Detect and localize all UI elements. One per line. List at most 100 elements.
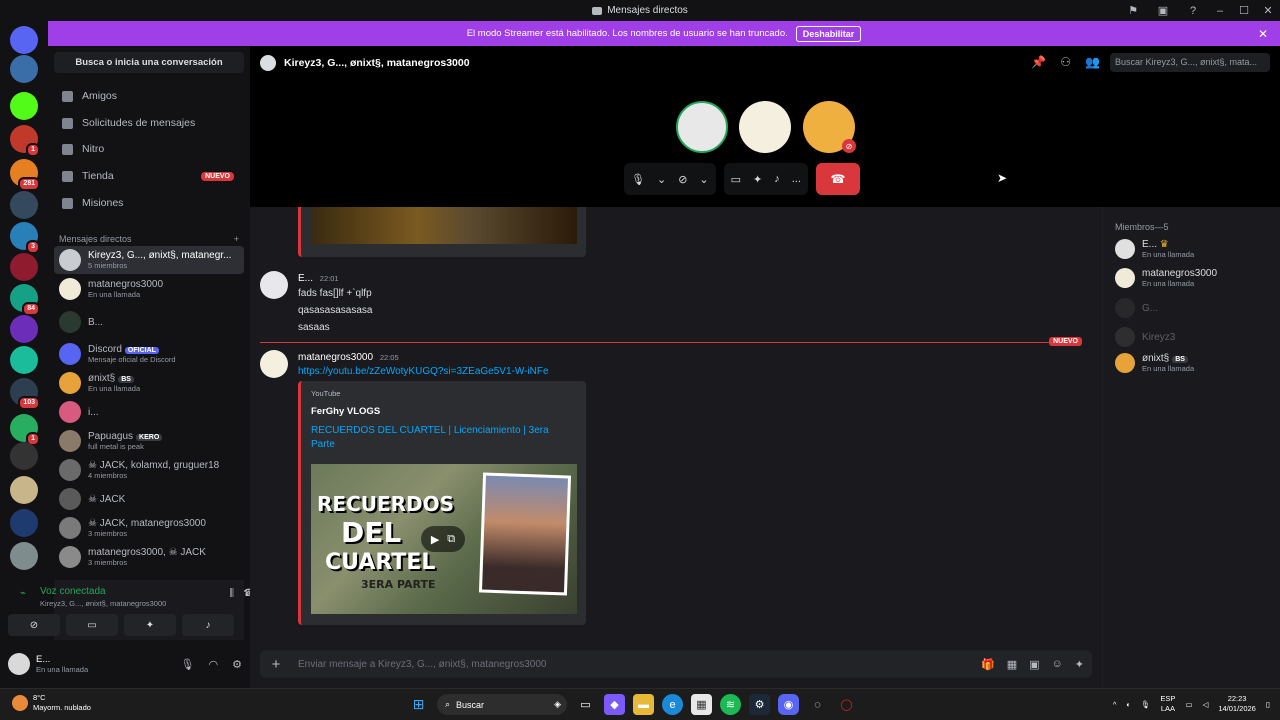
member-item[interactable]: ønixt§ BS En una llamada: [1115, 353, 1194, 373]
member-item[interactable]: matanegros3000 En una llamada: [1115, 268, 1217, 288]
message-input[interactable]: Enviar mensaje a Kireyz3, G..., ønixt§, …: [298, 659, 546, 670]
soundboard-icon[interactable]: ♪: [182, 614, 234, 636]
sticker-icon[interactable]: ▣: [1029, 658, 1039, 671]
youtube-link[interactable]: https://youtu.be/zZeWotyKUGQ?si=3ZEaGe5V…: [298, 366, 549, 377]
screen-share-icon[interactable]: ▭: [731, 173, 741, 186]
server-icon[interactable]: [10, 346, 38, 374]
language-indicator[interactable]: ESP LAA: [1160, 694, 1175, 714]
members-icon[interactable]: 👥: [1085, 55, 1100, 69]
attach-plus-icon[interactable]: +: [262, 656, 290, 673]
discord-taskbar-icon[interactable]: ◉: [778, 694, 799, 715]
message-author[interactable]: E...: [298, 273, 313, 284]
embed-title[interactable]: RECUERDOS DEL CUARTEL | Licenciamiento |…: [311, 424, 571, 452]
pin-icon[interactable]: 📌: [1031, 55, 1046, 69]
dm-item[interactable]: Kireyz3, G..., ønixt§, matanegr... 5 miem…: [54, 246, 244, 274]
spotify-icon[interactable]: ≋: [720, 694, 741, 715]
member-item[interactable]: Kireyz3: [1115, 327, 1175, 347]
server-icon[interactable]: [10, 442, 38, 470]
server-icon[interactable]: [10, 509, 38, 537]
dm-item[interactable]: ☠ JACK, kolamxd, gruguer18 4 miembros: [54, 456, 244, 484]
dm-item[interactable]: matanegros3000, ☠ JACK 3 miembros: [54, 543, 244, 571]
nav-shop[interactable]: Tienda NUEVO: [54, 164, 244, 188]
message-avatar[interactable]: [260, 350, 288, 378]
taskbar-search[interactable]: ⌕ Buscar ◈: [437, 694, 567, 715]
dm-item[interactable]: ☠ JACK, matanegros3000 3 miembros: [54, 514, 244, 542]
server-icon[interactable]: [10, 92, 38, 120]
display-icon[interactable]: ▭: [1185, 700, 1192, 709]
server-icon[interactable]: [10, 55, 38, 83]
play-button[interactable]: ▶ ⧉: [421, 526, 465, 552]
dm-item[interactable]: ønixt§ BS En una llamada: [54, 369, 244, 397]
server-icon[interactable]: [10, 26, 38, 54]
noise-suppression-icon[interactable]: ⫼: [229, 588, 234, 599]
inbox-icon[interactable]: ⚑: [1118, 0, 1148, 21]
hangup-button[interactable]: ☎: [815, 163, 860, 195]
screen-share-icon[interactable]: ▭: [66, 614, 118, 636]
app-icon[interactable]: ◌: [807, 694, 828, 715]
chevron-down-icon[interactable]: ⌄: [657, 173, 666, 186]
headphones-icon[interactable]: ◠: [209, 658, 219, 671]
activities-icon[interactable]: ✦: [124, 614, 176, 636]
previous-embed-image[interactable]: [311, 207, 577, 244]
gif-icon[interactable]: ▦: [1007, 658, 1017, 671]
voice-status[interactable]: Voz conectada: [40, 586, 106, 597]
dm-item[interactable]: ☠ JACK: [54, 485, 244, 513]
mic-icon[interactable]: 🎙: [631, 173, 645, 186]
minimize-button[interactable]: –: [1208, 0, 1232, 21]
file-explorer-icon[interactable]: ▬: [633, 694, 654, 715]
chat-search-input[interactable]: Buscar Kireyz3, G..., ønixt§, mata...: [1110, 53, 1270, 72]
camera-off-icon[interactable]: ⊘: [8, 614, 60, 636]
call-participant-avatar[interactable]: [739, 101, 791, 153]
notifications-icon[interactable]: ▯: [1266, 700, 1270, 709]
maximize-button[interactable]: ☐: [1232, 0, 1256, 21]
opera-icon[interactable]: ◯: [836, 694, 857, 715]
find-conversation-button[interactable]: Busca o inicia una conversación: [54, 52, 244, 73]
close-banner-icon[interactable]: ✕: [1258, 27, 1268, 41]
call-participant-avatar[interactable]: [676, 101, 728, 153]
edge-icon[interactable]: e: [662, 694, 683, 715]
message-avatar[interactable]: [260, 271, 288, 299]
nav-quests[interactable]: Misiones: [54, 191, 244, 215]
camera-off-icon[interactable]: ⊘: [678, 173, 687, 186]
more-icon[interactable]: ...: [792, 173, 801, 185]
tray-chevron-icon[interactable]: ^: [1113, 700, 1117, 709]
member-item[interactable]: G...: [1115, 298, 1158, 318]
activities-icon[interactable]: ✦: [753, 173, 762, 186]
soundboard-icon[interactable]: ♪: [774, 173, 780, 185]
chevron-down-icon[interactable]: ⌄: [699, 173, 708, 186]
add-friends-icon[interactable]: ⚇: [1060, 55, 1071, 69]
member-item[interactable]: E... ♛ En una llamada: [1115, 239, 1194, 259]
server-icon[interactable]: [10, 191, 38, 219]
start-icon[interactable]: ⊞: [408, 694, 429, 715]
message-author[interactable]: matanegros3000: [298, 352, 373, 363]
disable-streamer-button[interactable]: Deshabilitar: [795, 25, 862, 42]
window-icon[interactable]: ▣: [1148, 0, 1178, 21]
network-app-icon[interactable]: ◐: [1126, 700, 1131, 709]
volume-icon[interactable]: ◁: [1203, 700, 1209, 709]
store-icon[interactable]: ▦: [691, 694, 712, 715]
server-icon[interactable]: [10, 253, 38, 281]
mic-tray-icon[interactable]: 🎙: [1141, 700, 1151, 709]
copilot-icon[interactable]: ◆: [604, 694, 625, 715]
dm-item[interactable]: Discord OFICIAL Mensaje oficial de Discord: [54, 340, 244, 368]
nav-nitro[interactable]: Nitro: [54, 137, 244, 161]
server-icon[interactable]: [10, 476, 38, 504]
steam-icon[interactable]: ⚙: [749, 694, 770, 715]
video-thumbnail[interactable]: RECUERDOS DEL CUARTEL 3ERA PARTE ▶ ⧉: [311, 464, 577, 614]
user-avatar[interactable]: [8, 653, 30, 675]
add-dm-button[interactable]: +: [234, 234, 239, 244]
embed-author[interactable]: FerGhy VLOGS: [311, 406, 380, 417]
clock[interactable]: 22:23 14/01/2026: [1218, 694, 1256, 714]
help-icon[interactable]: ?: [1178, 0, 1208, 21]
server-icon[interactable]: [10, 315, 38, 343]
gift-icon[interactable]: 🎁: [981, 658, 995, 671]
server-icon[interactable]: [10, 542, 38, 570]
task-view-icon[interactable]: ▭: [575, 694, 596, 715]
dm-item[interactable]: B...: [54, 308, 244, 336]
mic-icon[interactable]: 🎙: [181, 658, 195, 671]
dm-item[interactable]: i...: [54, 398, 244, 426]
emoji-icon[interactable]: ☺: [1052, 658, 1063, 671]
weather-widget[interactable]: 8°C Mayorm. nublado: [12, 693, 91, 713]
apps-icon[interactable]: ✦: [1075, 658, 1084, 671]
nav-message-requests[interactable]: Solicitudes de mensajes: [54, 111, 244, 135]
